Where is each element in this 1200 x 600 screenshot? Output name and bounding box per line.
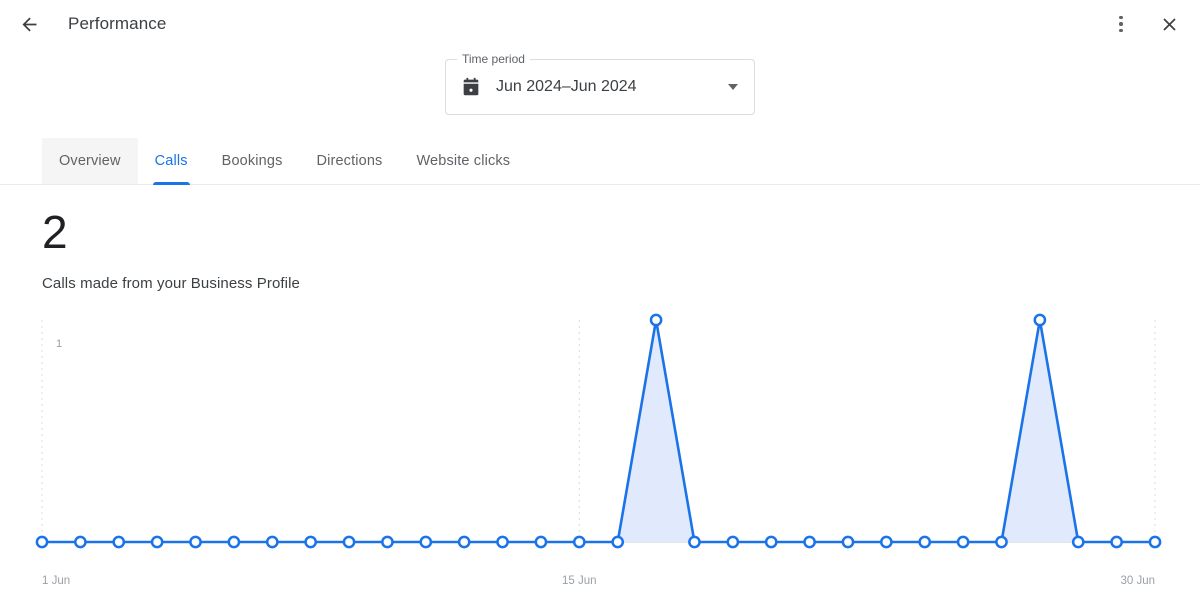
data-point[interactable] xyxy=(265,535,279,549)
more-options-button[interactable] xyxy=(1104,7,1138,41)
data-point[interactable] xyxy=(726,535,740,549)
time-period-select[interactable]: Time period Jun 2024–Jun 2024 xyxy=(445,52,755,115)
data-point[interactable] xyxy=(572,535,586,549)
tab-calls[interactable]: Calls xyxy=(138,138,205,185)
time-period-section: Time period Jun 2024–Jun 2024 xyxy=(0,52,1200,115)
close-icon xyxy=(1159,14,1180,35)
metric-label: Calls made from your Business Profile xyxy=(42,275,300,292)
data-point[interactable] xyxy=(1033,313,1047,327)
data-point[interactable] xyxy=(189,535,202,549)
data-point[interactable] xyxy=(342,535,356,549)
x-axis-tick-end: 30 Jun xyxy=(1120,575,1155,587)
data-point[interactable] xyxy=(381,535,394,549)
data-point[interactable] xyxy=(35,535,49,549)
data-point[interactable] xyxy=(227,535,241,549)
data-point[interactable] xyxy=(496,535,509,549)
chart-area-fill xyxy=(42,320,1155,542)
page-title: Performance xyxy=(68,14,167,33)
data-point[interactable] xyxy=(112,535,126,549)
tab-bookings-label: Bookings xyxy=(221,153,283,169)
tab-website-clicks-label: Website clicks xyxy=(416,153,511,169)
more-vert-icon xyxy=(1119,14,1123,34)
data-point[interactable] xyxy=(1148,535,1162,549)
chart-line-calls xyxy=(42,318,1155,544)
calls-line-chart xyxy=(0,310,1200,575)
data-point[interactable] xyxy=(803,535,816,549)
data-point[interactable] xyxy=(304,535,318,549)
data-point[interactable] xyxy=(764,535,778,549)
metric-value: 2 xyxy=(42,206,68,258)
back-button[interactable] xyxy=(12,7,46,41)
data-point[interactable] xyxy=(879,535,893,549)
data-point[interactable] xyxy=(995,535,1008,549)
data-point[interactable] xyxy=(841,535,855,549)
x-axis-tick-mid: 15 Jun xyxy=(562,575,597,587)
data-point[interactable] xyxy=(649,313,663,327)
data-point[interactable] xyxy=(419,535,433,549)
data-point[interactable] xyxy=(150,535,164,549)
tab-website-clicks[interactable]: Website clicks xyxy=(399,138,527,184)
data-point[interactable] xyxy=(534,535,548,549)
chart-svg xyxy=(35,313,1162,549)
data-point[interactable] xyxy=(457,535,471,549)
data-point[interactable] xyxy=(956,535,970,549)
calendar-icon xyxy=(460,76,482,98)
tab-directions[interactable]: Directions xyxy=(299,138,399,184)
y-axis-tick-1: 1 xyxy=(56,338,63,350)
time-period-legend: Time period xyxy=(457,52,530,66)
tab-calls-label: Calls xyxy=(154,153,188,169)
data-point[interactable] xyxy=(688,535,701,549)
tab-overview-label: Overview xyxy=(59,153,121,169)
metric-tabs: Overview Calls Bookings Directions Websi… xyxy=(0,138,1200,185)
x-axis-tick-start: 1 Jun xyxy=(42,575,71,587)
app-header: Performance xyxy=(0,0,1200,48)
data-point[interactable] xyxy=(1110,535,1123,549)
data-point[interactable] xyxy=(1071,535,1085,549)
time-period-value: Jun 2024–Jun 2024 xyxy=(496,78,637,95)
data-point[interactable] xyxy=(611,535,625,549)
metric-summary: 2 Calls made from your Business Profile xyxy=(0,207,1200,292)
close-button[interactable] xyxy=(1152,7,1186,41)
tab-directions-label: Directions xyxy=(316,153,383,169)
arrow-left-icon xyxy=(19,14,40,35)
chevron-down-icon[interactable] xyxy=(728,84,738,90)
data-point[interactable] xyxy=(74,535,87,549)
tab-bookings[interactable]: Bookings xyxy=(205,138,300,184)
data-point[interactable] xyxy=(918,535,932,549)
tab-overview[interactable]: Overview xyxy=(42,138,138,184)
